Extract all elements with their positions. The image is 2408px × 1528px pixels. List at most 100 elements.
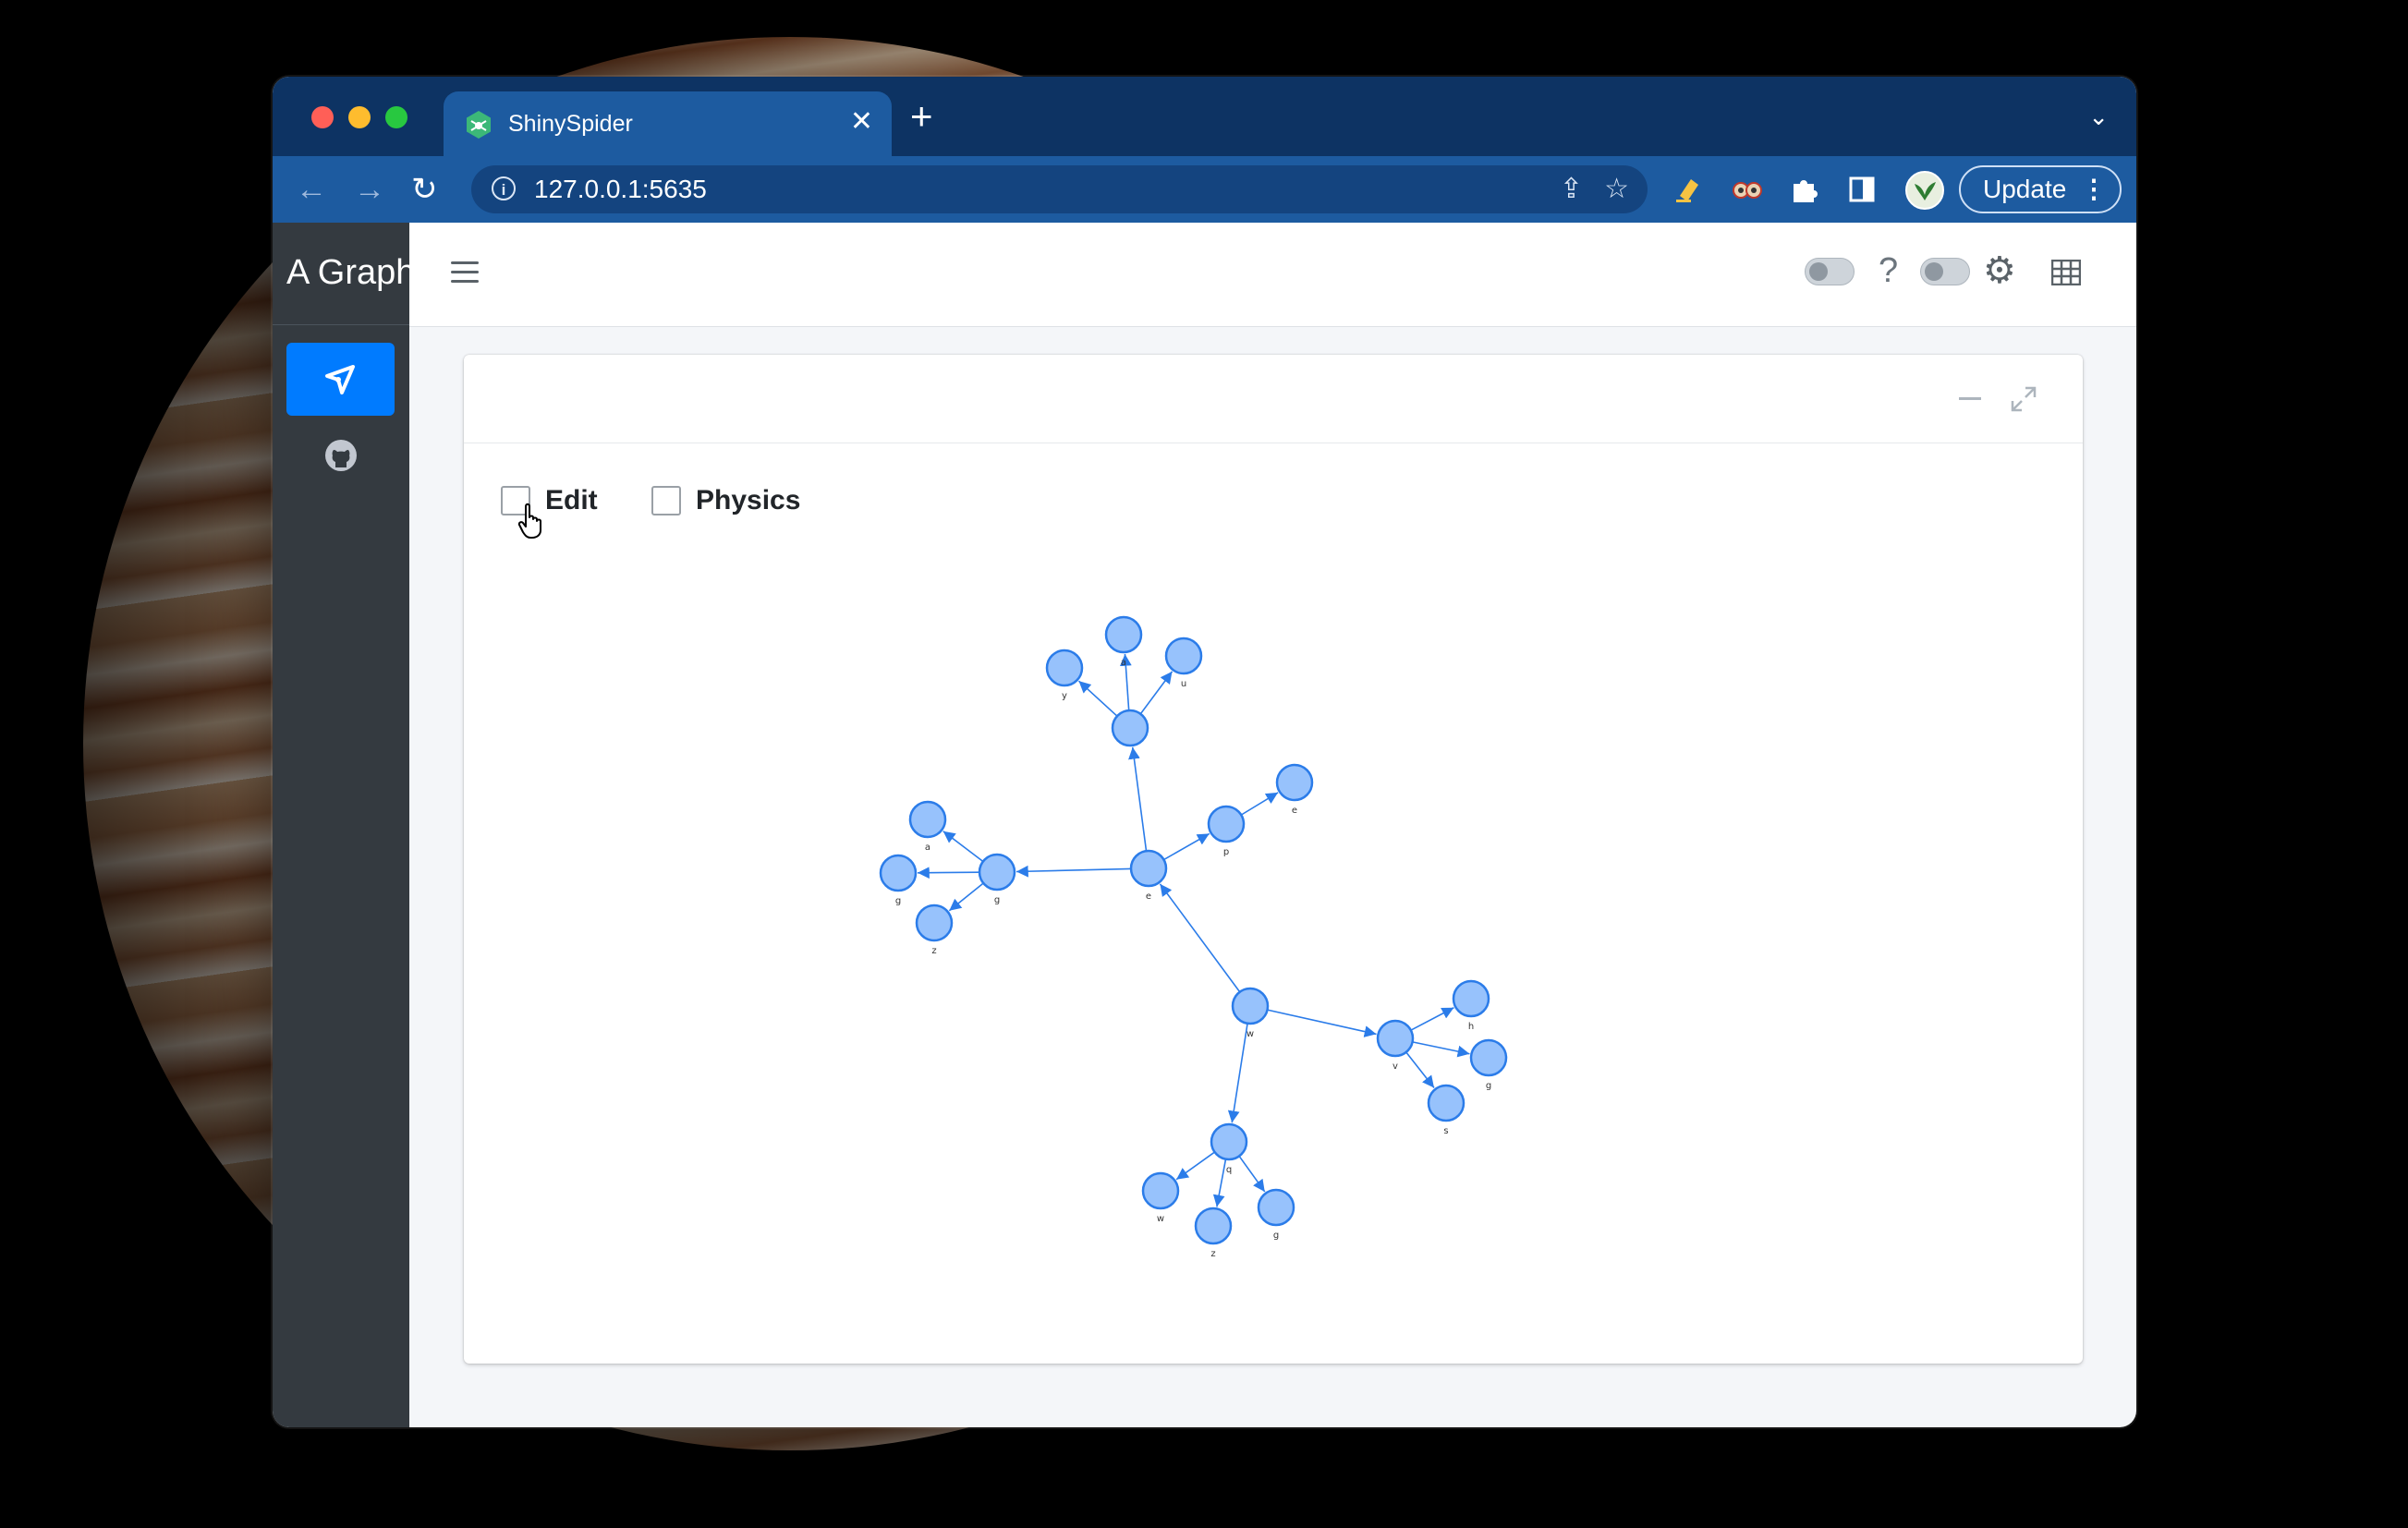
graph-node-label: h — [1468, 1022, 1474, 1032]
graph-edge-root-g1[interactable] — [1015, 865, 1132, 878]
grid-table-icon[interactable] — [2051, 260, 2081, 285]
graph-node-label: e — [1146, 891, 1151, 902]
reload-icon[interactable]: ↻ — [411, 171, 438, 208]
graph-node-label: g — [994, 895, 1000, 905]
owl-extension-icon[interactable] — [1731, 176, 1764, 204]
brand-title[interactable]: A Graph — [286, 252, 415, 293]
site-info-icon[interactable]: i — [492, 176, 516, 200]
graph-node-z2[interactable] — [1194, 1207, 1233, 1245]
graph-node-label: p — [1223, 847, 1229, 857]
graph-node-g1[interactable] — [978, 853, 1016, 891]
puzzle-icon[interactable] — [1790, 175, 1819, 204]
update-button[interactable]: Update ⋮ — [1959, 165, 2122, 213]
graph-edge-root-n1[interactable] — [1128, 746, 1148, 852]
graph-edge-v-h[interactable] — [1410, 1007, 1454, 1031]
graph-edge-v-g3[interactable] — [1412, 1041, 1470, 1058]
graph-node-label: g — [1486, 1081, 1491, 1091]
graph-node-g2[interactable] — [879, 854, 918, 892]
graph-node-n4[interactable] — [1164, 637, 1203, 675]
graph-node-a1[interactable] — [908, 800, 947, 839]
back-arrow-icon[interactable]: ← — [296, 171, 327, 208]
graph-node-w2[interactable] — [1141, 1171, 1180, 1210]
graph-node-v[interactable] — [1376, 1019, 1415, 1058]
close-window-button[interactable] — [311, 106, 334, 128]
graph-node-label: v — [1393, 1061, 1398, 1072]
app-root: A Graph ? ⚙ Edit Physics e y a u p e g a… — [273, 223, 2136, 1427]
graph-node-label: w — [1157, 1214, 1164, 1224]
update-label: Update — [1983, 175, 2067, 203]
kebab-menu-icon[interactable]: ⋮ — [2081, 167, 2107, 212]
graph-node-g4[interactable] — [1257, 1188, 1295, 1227]
plant-avatar-icon — [1915, 182, 1936, 200]
graph-edge-v-s[interactable] — [1405, 1051, 1435, 1088]
graph-node-e2[interactable] — [1275, 763, 1314, 802]
graph-node-label: z — [931, 946, 936, 956]
graph-edge-w-v[interactable] — [1267, 1009, 1377, 1037]
side-panel-icon[interactable] — [1848, 176, 1876, 203]
graph-edge-q-z2[interactable] — [1212, 1158, 1227, 1207]
graph-node-n2[interactable] — [1045, 649, 1084, 687]
graph-node-s[interactable] — [1427, 1084, 1465, 1122]
graph-node-label: g — [1273, 1231, 1279, 1241]
sidebar-divider — [273, 324, 409, 325]
graph-node-label: y — [1062, 691, 1067, 701]
new-tab-button[interactable]: + — [910, 97, 933, 136]
graph-edge-n1-n4[interactable] — [1139, 671, 1174, 715]
graph-node-root[interactable] — [1129, 849, 1168, 888]
highlighter-icon[interactable] — [1672, 174, 1704, 205]
graph-edge-g1-a1[interactable] — [943, 831, 984, 863]
browser-tab[interactable]: ShinySpider ✕ — [444, 91, 892, 156]
graph-edge-w-root[interactable] — [1159, 883, 1241, 993]
hamburger-menu-icon[interactable] — [451, 261, 479, 284]
graph-edge-q-g4[interactable] — [1238, 1155, 1266, 1193]
dark-mode-toggle-switch[interactable] — [1920, 258, 1970, 285]
graph-node-n3[interactable] — [1104, 615, 1143, 654]
graph-edge-g1-g2[interactable] — [917, 867, 980, 879]
graph-node-label: e — [1292, 806, 1297, 816]
graph-node-label: q — [1226, 1165, 1232, 1175]
share-icon[interactable]: ⇪ — [1560, 173, 1583, 206]
graph-node-n1[interactable] — [1111, 709, 1149, 747]
graph-node-label: a — [925, 843, 930, 853]
graph-node-label: a — [1121, 658, 1126, 668]
graph-edge-q-w2[interactable] — [1175, 1151, 1216, 1181]
profile-avatar[interactable] — [1905, 171, 1944, 210]
tab-title: ShinySpider — [508, 111, 633, 137]
graph-edge-n1-n2[interactable] — [1077, 680, 1118, 717]
bookmark-star-icon[interactable]: ☆ — [1604, 173, 1629, 206]
gear-icon[interactable]: ⚙ — [1983, 250, 2016, 291]
graph-edge-p-e2[interactable] — [1240, 792, 1279, 816]
address-bar[interactable]: i 127.0.0.1:5635 ⇪ ☆ — [471, 165, 1648, 213]
send-arrow-icon — [325, 365, 355, 394]
zoom-window-button[interactable] — [385, 106, 407, 128]
browser-titlebar: ShinySpider ✕ + ⌄ — [273, 77, 2136, 156]
graph-node-h[interactable] — [1452, 979, 1490, 1018]
graph-edge-g1-z1[interactable] — [948, 882, 984, 912]
help-icon[interactable]: ? — [1879, 250, 1898, 291]
minimize-window-button[interactable] — [348, 106, 371, 128]
graph-edge-root-p[interactable] — [1163, 832, 1210, 861]
spider-favicon-icon — [467, 111, 491, 139]
graph-node-label: u — [1181, 679, 1186, 689]
graph-node-z1[interactable] — [915, 903, 954, 942]
graph-card: Edit Physics eyaupegagzwvhgsqwzg — [464, 355, 2083, 1364]
url-text[interactable]: 127.0.0.1:5635 — [534, 175, 707, 204]
graph-node-p[interactable] — [1207, 805, 1246, 843]
app-header: ? ⚙ — [409, 223, 2136, 327]
graph-node-label: g — [895, 896, 901, 906]
graph-edge-w-q[interactable] — [1227, 1023, 1248, 1123]
graph-node-g3[interactable] — [1469, 1038, 1508, 1077]
network-graph-canvas[interactable]: e y a u p e g a g z w v h g s q w z g — [464, 355, 2083, 1364]
graph-node-label: s — [1443, 1126, 1448, 1136]
browser-window: ShinySpider ✕ + ⌄ ← → ↻ i 127.0.0.1:5635… — [273, 77, 2136, 1427]
graph-node-q[interactable] — [1210, 1122, 1248, 1161]
forward-arrow-icon[interactable]: → — [354, 171, 385, 208]
tab-close-icon[interactable]: ✕ — [850, 106, 873, 138]
help-toggle-switch[interactable] — [1805, 258, 1855, 285]
tab-search-chevron-icon[interactable]: ⌄ — [2088, 103, 2109, 131]
browser-toolbar: ← → ↻ i 127.0.0.1:5635 ⇪ ☆ Update ⋮ — [273, 156, 2136, 223]
graph-node-label: w — [1247, 1029, 1254, 1039]
sidebar-item-graph[interactable] — [286, 343, 395, 416]
github-icon[interactable] — [322, 437, 359, 474]
graph-node-w[interactable] — [1231, 987, 1270, 1025]
